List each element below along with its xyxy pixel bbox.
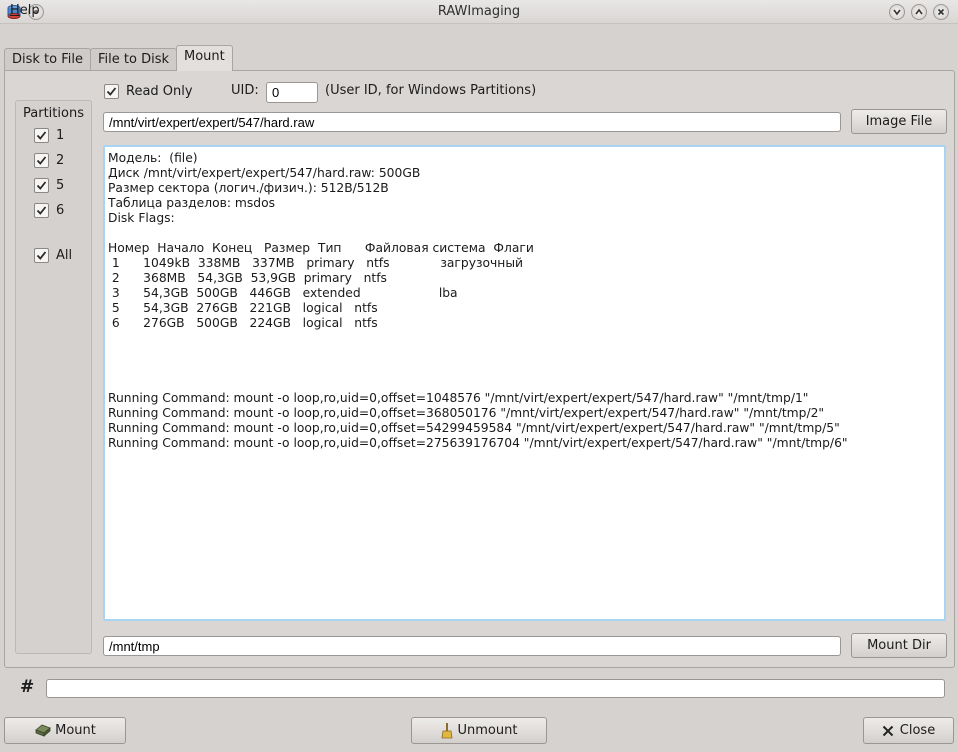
close-button-label: Close [899,723,936,738]
menu-bar [0,24,958,46]
mount-dir-button[interactable]: Mount Dir [851,633,947,658]
tab-disk-to-file[interactable]: Disk to File [4,48,91,70]
unmount-button-label: Unmount [457,723,518,738]
read-only-label: Read Only [126,84,193,99]
partition-2-label: 2 [56,153,65,168]
minimize-button[interactable] [889,4,905,20]
broom-icon [441,722,452,738]
chevron-up-icon [915,8,923,15]
menu-help[interactable]: Help [10,3,40,18]
partitions-title: Partitions [23,106,84,121]
unmount-button[interactable]: Unmount [411,717,547,744]
uid-input[interactable] [266,82,318,103]
mount-button[interactable]: Mount [4,717,126,744]
close-icon [882,725,893,736]
partition-6-checkbox[interactable] [34,203,49,218]
checkmark-icon [36,181,47,190]
image-file-button[interactable]: Image File [851,109,947,134]
close-icon [937,8,945,16]
close-button[interactable]: Close [863,717,954,744]
partition-all-label: All [56,248,73,263]
command-input[interactable] [46,679,945,698]
close-window-button[interactable] [933,4,949,20]
maximize-button[interactable] [911,4,927,20]
partition-1-label: 1 [56,128,65,143]
partition-5-label: 5 [56,178,65,193]
mount-dir-input[interactable] [103,636,841,656]
checkmark-icon [36,156,47,165]
output-text: Модель: (file) Диск /mnt/virt/expert/exp… [108,151,848,450]
checkmark-icon [36,206,47,215]
checkmark-icon [36,131,47,140]
window-title: RAWImaging [437,4,521,19]
partition-2-checkbox[interactable] [34,153,49,168]
output-textarea[interactable]: Модель: (file) Диск /mnt/virt/expert/exp… [103,145,946,621]
partition-6-label: 6 [56,203,65,218]
partition-all-checkbox[interactable] [34,248,49,263]
chevron-down-icon [893,9,901,16]
read-only-checkbox[interactable] [104,84,119,99]
uid-hint: (User ID, for Windows Partitions) [325,83,537,98]
tab-file-to-disk[interactable]: File to Disk [90,48,177,70]
drive-icon [35,724,51,737]
checkmark-icon [106,87,117,96]
mount-button-label: Mount [55,723,96,738]
tab-mount[interactable]: Mount [176,45,233,71]
image-path-input[interactable] [103,112,841,132]
uid-label: UID: [231,83,259,98]
checkmark-icon [36,251,47,260]
partition-5-checkbox[interactable] [34,178,49,193]
command-prompt-label: # [20,677,35,697]
partitions-group [15,100,92,654]
partition-1-checkbox[interactable] [34,128,49,143]
